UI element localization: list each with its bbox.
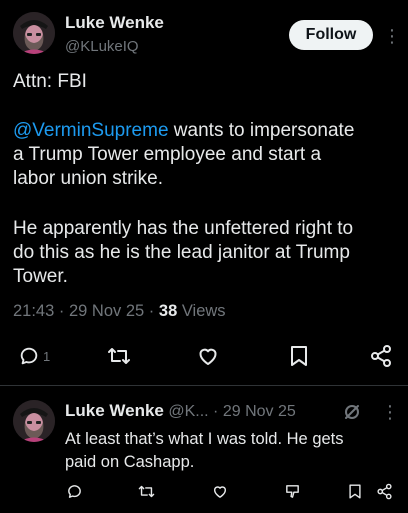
author-display-name[interactable]: Luke Wenke xyxy=(65,13,164,33)
avatar[interactable] xyxy=(13,12,55,54)
bookmark-icon xyxy=(291,346,307,366)
tweet-text-line: a Trump Tower employee and start a xyxy=(13,144,322,165)
tweet-text-line: Tower. xyxy=(13,266,68,287)
reply-author-display-name[interactable]: Luke Wenke xyxy=(65,401,164,420)
reply-like-button[interactable] xyxy=(211,483,229,500)
like-button[interactable] xyxy=(196,344,220,368)
reply-text-line: At least that’s what I was told. He gets xyxy=(65,430,344,448)
reply-icon xyxy=(20,347,38,365)
reply-header: Luke Wenke @K... · 29 Nov 25 xyxy=(65,401,296,421)
reply-downvote-button[interactable] xyxy=(284,483,301,500)
tweet-text-line: do this as he is the lead janitor at Tru… xyxy=(13,242,350,263)
meta-separator: · xyxy=(58,302,65,320)
share-icon xyxy=(371,345,391,367)
reply-repost-button[interactable] xyxy=(137,483,156,500)
mention-link[interactable]: @VerminSupreme xyxy=(13,120,169,141)
divider xyxy=(0,385,408,386)
heart-icon xyxy=(213,486,227,498)
repost-button[interactable] xyxy=(106,344,132,368)
tweet-text-fragment: wants to impersonate xyxy=(168,120,355,141)
follow-button[interactable]: Follow xyxy=(289,20,373,50)
views-count: 38 xyxy=(158,302,178,320)
author-handle[interactable]: @KLukeIQ xyxy=(65,38,139,55)
share-icon xyxy=(377,483,392,500)
more-options-icon[interactable]: ⋮ xyxy=(383,27,401,45)
reply-share-button[interactable] xyxy=(376,483,393,500)
bookmark-button[interactable] xyxy=(289,344,309,368)
repost-icon xyxy=(108,348,130,364)
meta-separator: · xyxy=(213,403,219,420)
tweet-time[interactable]: 21:43 xyxy=(13,302,54,320)
grok-button[interactable] xyxy=(342,402,362,422)
reply-button[interactable]: 1 xyxy=(18,345,50,367)
share-button[interactable] xyxy=(369,344,393,368)
reply-author-handle[interactable]: @K... xyxy=(168,403,208,420)
bookmark-icon xyxy=(349,484,361,499)
downvote-icon xyxy=(286,485,299,498)
meta-separator: · xyxy=(148,302,155,320)
heart-icon xyxy=(199,348,217,365)
reply-reply-button[interactable] xyxy=(66,483,83,500)
views-label: Views xyxy=(181,302,226,320)
reply-bookmark-button[interactable] xyxy=(348,483,362,500)
repost-icon xyxy=(138,485,155,498)
reply-more-options-icon[interactable]: ⋮ xyxy=(381,403,399,421)
reply-text-line: paid on Cashapp. xyxy=(65,453,195,471)
reply-date[interactable]: 29 Nov 25 xyxy=(223,403,296,420)
tweet-date[interactable]: 29 Nov 25 xyxy=(69,302,144,320)
tweet-text-line: @VerminSupreme wants to impersonate xyxy=(13,119,354,142)
tweet-meta: 21:43 · 29 Nov 25 · 38 Views xyxy=(13,302,226,321)
reply-icon xyxy=(68,485,81,498)
tweet-text-line: He apparently has the unfettered right t… xyxy=(13,218,354,239)
grok-slash-icon xyxy=(345,405,359,419)
avatar[interactable] xyxy=(13,400,55,442)
tweet-text-line: labor union strike. xyxy=(13,168,163,189)
reply-count: 1 xyxy=(43,348,51,364)
tweet-text-line: Attn: FBI xyxy=(13,71,87,92)
